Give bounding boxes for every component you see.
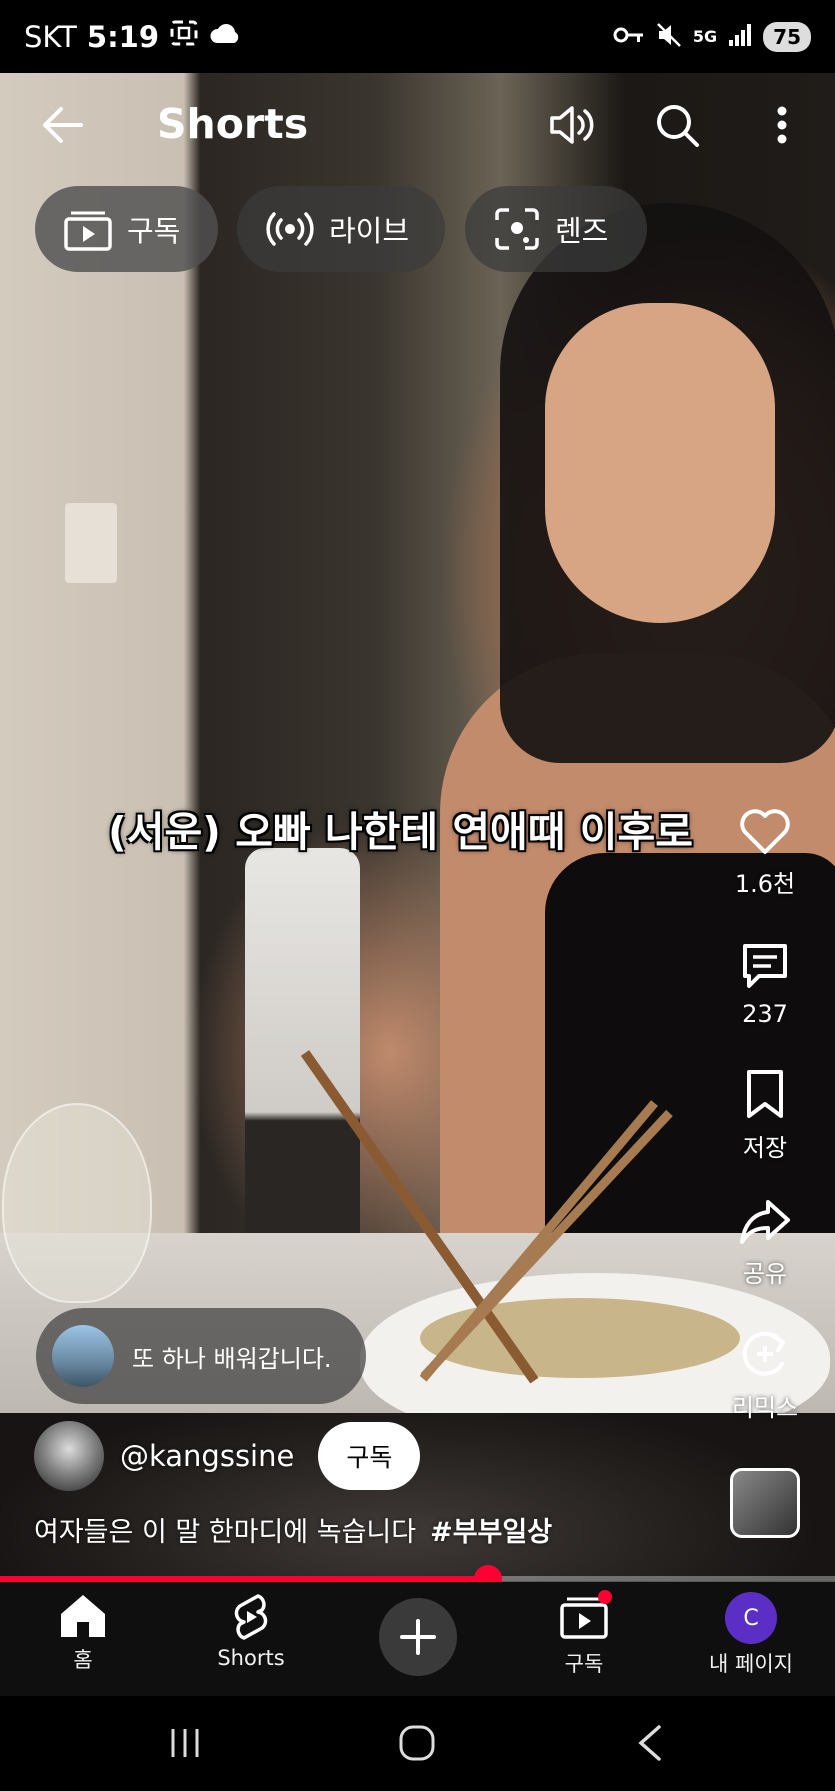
create-button[interactable] — [379, 1598, 457, 1676]
sound-thumbnail[interactable] — [730, 1468, 800, 1538]
video-caption: (서운) 오빠 나한테 연애때 이후로 — [108, 808, 693, 856]
video-scene-switch — [65, 503, 117, 583]
share-button[interactable]: 공유 — [725, 1198, 805, 1289]
search-button[interactable] — [652, 100, 702, 150]
clock: 5:19 — [86, 19, 160, 54]
battery-indicator: 75 — [763, 21, 811, 52]
nav-profile[interactable]: C 내 페이지 — [681, 1592, 821, 1678]
video-scene-lamp — [245, 848, 360, 1288]
comment-text: 또 하나 배워갑니다. — [132, 1344, 332, 1373]
like-count: 1.6천 — [734, 870, 796, 898]
back-chevron-icon — [638, 1725, 661, 1761]
recent-apps-icon — [171, 1729, 199, 1757]
cloud-icon — [209, 20, 241, 54]
comments-button[interactable]: 237 — [725, 940, 805, 1028]
home-circle-icon — [399, 1725, 435, 1761]
video-scene-rice — [420, 1298, 740, 1378]
home-system-button[interactable] — [392, 1718, 442, 1768]
more-vertical-icon — [777, 106, 787, 144]
chip-subscriptions[interactable]: 구독 — [35, 186, 218, 272]
nav-home[interactable]: 홈 — [13, 1592, 153, 1674]
notification-dot — [598, 1590, 612, 1604]
more-options-button[interactable] — [764, 100, 800, 150]
nav-profile-label: 내 페이지 — [709, 1652, 793, 1676]
back-arrow-icon — [43, 107, 83, 143]
lens-icon — [495, 208, 539, 250]
comment-count: 237 — [742, 1000, 788, 1028]
system-back-button[interactable] — [625, 1718, 675, 1768]
signal-icon — [727, 22, 753, 52]
nav-shorts[interactable]: Shorts — [181, 1592, 321, 1670]
recent-apps-button[interactable] — [160, 1718, 210, 1768]
hashtag-link[interactable]: #부부일상 — [430, 1517, 552, 1548]
remix-label: 리믹스 — [731, 1394, 799, 1422]
comment-icon — [743, 944, 787, 988]
volume-button[interactable] — [546, 100, 600, 150]
heart-icon — [740, 809, 790, 854]
share-label: 공유 — [742, 1260, 788, 1288]
mute-icon — [655, 21, 683, 53]
nav-subscriptions-label: 구독 — [564, 1652, 604, 1676]
save-button[interactable]: 저장 — [725, 1068, 805, 1163]
nav-subscriptions[interactable]: 구독 — [514, 1590, 654, 1678]
video-scene-face — [545, 303, 775, 623]
network-5g-label: 5G — [692, 27, 718, 46]
remix-icon — [742, 1331, 785, 1376]
bottom-navigation: 홈 Shorts 구독 C 내 페이지 — [0, 1582, 835, 1696]
nav-shorts-label: Shorts — [217, 1646, 285, 1670]
save-label: 저장 — [742, 1134, 788, 1162]
bookmark-icon — [747, 1070, 783, 1118]
volume-icon — [550, 106, 594, 144]
user-avatar: C — [725, 1592, 777, 1644]
home-icon — [61, 1595, 105, 1637]
status-bar: SKT 5:19 5G 75 — [0, 0, 835, 73]
channel-avatar[interactable] — [34, 1421, 104, 1491]
chip-live[interactable]: 라이브 — [237, 186, 445, 272]
channel-row: @kangssine 구독 — [34, 1420, 421, 1492]
remix-button[interactable]: 리믹스 — [725, 1328, 805, 1423]
subscribe-button[interactable]: 구독 — [318, 1422, 421, 1490]
subscriptions-icon — [64, 211, 112, 251]
description-text: 여자들은 이 말 한마디에 녹습니다 — [34, 1517, 417, 1548]
comment-bubble[interactable]: 또 하나 배워갑니다. — [36, 1308, 366, 1404]
channel-handle[interactable]: @kangssine — [120, 1439, 294, 1473]
screenshot-icon — [169, 19, 199, 54]
commenter-avatar — [52, 1325, 114, 1387]
plus-icon — [400, 1619, 436, 1655]
key-icon — [613, 25, 645, 49]
share-icon — [740, 1200, 790, 1244]
carrier-label: SKT — [24, 19, 77, 54]
page-title: Shorts — [157, 100, 309, 148]
shorts-icon — [234, 1594, 268, 1640]
video-scene-glass — [2, 1103, 152, 1303]
nav-home-label: 홈 — [73, 1648, 93, 1672]
live-icon — [266, 212, 314, 246]
chip-lens[interactable]: 렌즈 — [465, 186, 647, 272]
video-description[interactable]: 여자들은 이 말 한마디에 녹습니다 #부부일상 — [34, 1510, 552, 1549]
back-button[interactable] — [36, 100, 86, 150]
chip-label: 렌즈 — [555, 214, 609, 248]
like-button[interactable]: 1.6천 — [725, 808, 805, 899]
chip-label: 구독 — [127, 214, 181, 248]
search-icon — [657, 105, 699, 147]
chip-label: 라이브 — [329, 214, 410, 248]
system-navigation-bar — [0, 1696, 835, 1791]
